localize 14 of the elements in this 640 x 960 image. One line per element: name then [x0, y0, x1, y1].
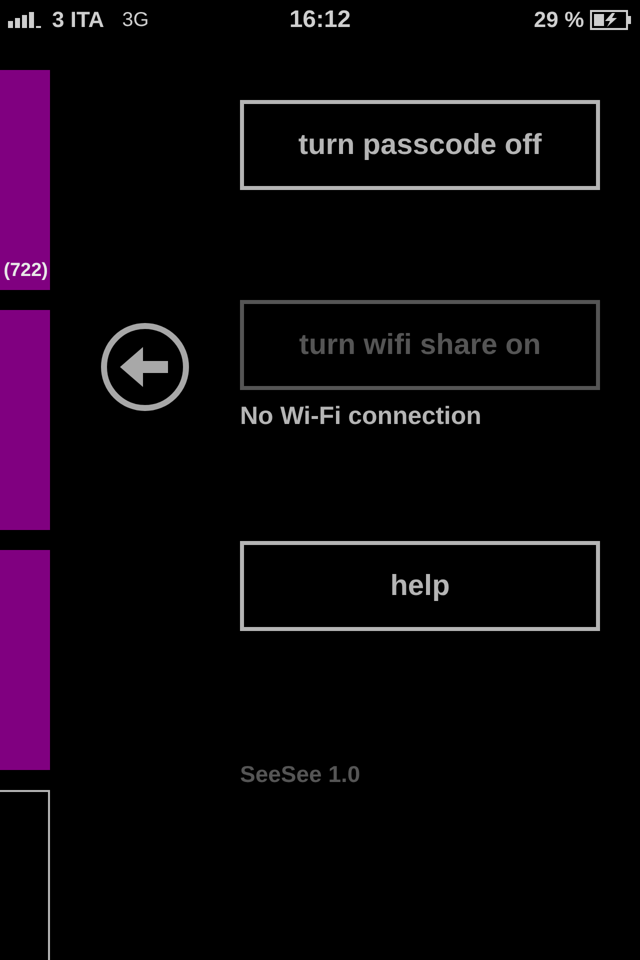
tile[interactable] — [0, 310, 50, 530]
network-type: 3G — [122, 8, 149, 32]
battery-percent: 29 % — [534, 7, 584, 33]
carrier-name: 3 ITA — [52, 7, 104, 33]
status-note: No Wi-Fi connection — [240, 402, 482, 431]
action-button[interactable]: turn passcode off — [240, 100, 600, 190]
tile[interactable] — [0, 790, 50, 960]
app-version: SeeSee 1.0 — [240, 761, 362, 788]
clock-time: 16:12 — [289, 6, 351, 34]
tile[interactable] — [0, 550, 50, 770]
action-button[interactable]: help — [240, 541, 600, 631]
battery-charging-icon — [590, 10, 632, 30]
tile[interactable]: (722) — [0, 70, 50, 290]
tile-count: (722) — [4, 260, 48, 282]
